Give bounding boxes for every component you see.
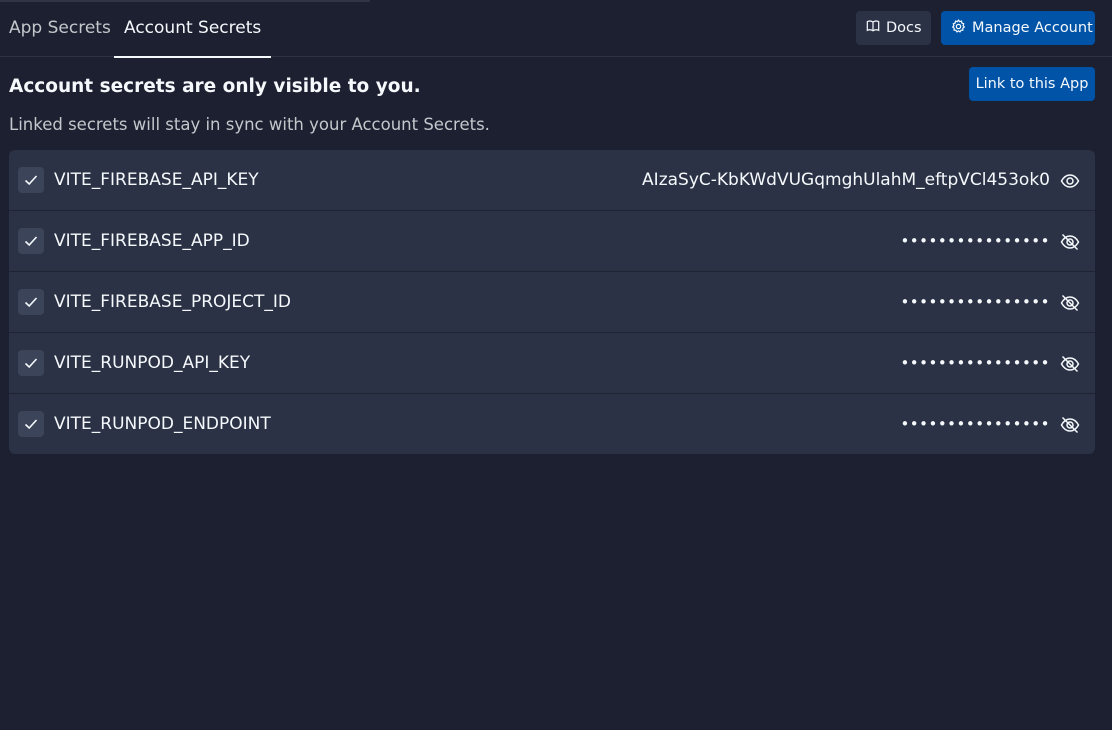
secret-checkbox[interactable] [18,411,44,437]
manage-account-label: Manage Account [972,20,1093,36]
secret-checkbox[interactable] [18,289,44,315]
secret-row: VITE_FIREBASE_PROJECT_ID •••••••••••••••… [9,272,1095,333]
page-subtext: Linked secrets will stay in sync with yo… [9,115,490,134]
checkmark-icon [24,358,38,369]
secret-row: VITE_FIREBASE_API_KEY AIzaSyC-KbKWdVUGqm… [9,150,1095,211]
secret-row: VITE_FIREBASE_APP_ID •••••••••••••••• [9,211,1095,272]
eye-slash-icon[interactable] [1059,231,1081,253]
secret-row: VITE_RUNPOD_ENDPOINT •••••••••••••••• [9,394,1095,454]
book-icon [866,19,880,37]
gear-icon [951,18,966,38]
page-heading: Account secrets are only visible to you. [9,76,421,97]
eye-slash-icon[interactable] [1059,353,1081,375]
secret-value: AIzaSyC-KbKWdVUGqmghUlahM_eftpVCl453ok0 [642,170,1050,190]
secret-checkbox[interactable] [18,167,44,193]
secret-key: VITE_RUNPOD_ENDPOINT [54,414,271,434]
secret-key: VITE_FIREBASE_API_KEY [54,170,259,190]
manage-account-button[interactable]: Manage Account [941,11,1095,45]
secrets-list: VITE_FIREBASE_API_KEY AIzaSyC-KbKWdVUGqm… [9,150,1095,454]
secret-value: •••••••••••••••• [900,354,1050,372]
secret-value: •••••••••••••••• [900,293,1050,311]
tab-app-secrets[interactable]: App Secrets [0,0,121,57]
checkmark-icon [24,175,38,186]
header-bar: App Secrets Account Secrets Docs Manage … [0,0,1112,58]
eye-slash-icon[interactable] [1059,414,1081,436]
secret-value: •••••••••••••••• [900,232,1050,250]
docs-label: Docs [886,20,922,36]
eye-slash-icon[interactable] [1059,292,1081,314]
checkmark-icon [24,236,38,247]
secret-row: VITE_RUNPOD_API_KEY •••••••••••••••• [9,333,1095,394]
checkmark-icon [24,297,38,308]
checkmark-icon [24,419,38,430]
link-to-app-button[interactable]: Link to this App [969,67,1095,101]
secret-key: VITE_FIREBASE_PROJECT_ID [54,292,291,312]
eye-icon[interactable] [1059,170,1081,192]
tab-account-secrets[interactable]: Account Secrets [114,0,272,58]
secret-value: •••••••••••••••• [900,415,1050,433]
secret-checkbox[interactable] [18,350,44,376]
docs-button[interactable]: Docs [856,11,931,45]
secret-key: VITE_RUNPOD_API_KEY [54,353,251,373]
secret-checkbox[interactable] [18,228,44,254]
secret-key: VITE_FIREBASE_APP_ID [54,231,250,251]
